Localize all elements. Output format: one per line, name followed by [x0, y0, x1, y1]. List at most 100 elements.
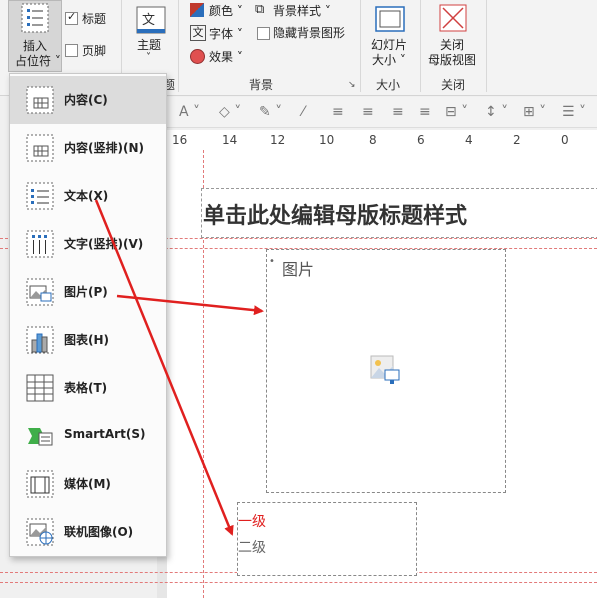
- bullet-icon: •: [269, 256, 275, 267]
- menu-item-label: SmartArt(S): [64, 427, 146, 441]
- placeholder-icon: [21, 3, 49, 33]
- menu-item-picture[interactable]: 图片(P): [10, 268, 166, 316]
- table-icon: [26, 374, 54, 402]
- dialog-launcher-icon[interactable]: ↘: [348, 80, 356, 90]
- picture-icon: [26, 278, 54, 306]
- columns-icon[interactable]: ⊟ ˅: [445, 104, 468, 120]
- close-group-label: 关闭: [441, 78, 466, 92]
- ruler-tick: 6: [417, 133, 425, 147]
- fonts-button[interactable]: 文 字体 ˅: [190, 24, 250, 42]
- menu-item-text[interactable]: 文本(X): [10, 172, 166, 220]
- horizontal-ruler: 16 14 12 10 8 6 4 2 0: [157, 130, 597, 151]
- chart-icon: [26, 326, 54, 354]
- effects-icon: [190, 49, 205, 64]
- footer-checkbox-label: 页脚: [82, 44, 107, 58]
- effects-label: 效果 ˅: [209, 50, 243, 64]
- menu-item-chart[interactable]: 图表(H): [10, 316, 166, 364]
- online-picture-icon: [26, 518, 54, 546]
- line-color-icon[interactable]: ✎ ˅: [259, 104, 282, 120]
- vertical-text-icon: [26, 230, 54, 258]
- ruler-tick: 8: [369, 133, 377, 147]
- ruler-tick: 4: [465, 133, 473, 147]
- insert-placeholder-button[interactable]: 插入 占位符 ˅: [8, 0, 62, 72]
- title-checkbox[interactable]: [65, 10, 78, 25]
- theme-dropdown-icon: ˅: [146, 52, 151, 63]
- menu-item-content[interactable]: 内容(C): [10, 76, 166, 124]
- picture-placeholder[interactable]: • 图片: [266, 249, 506, 493]
- font-color-icon[interactable]: A ˅: [179, 104, 200, 120]
- level2-text: 二级: [238, 540, 266, 556]
- svg-text:文: 文: [142, 13, 155, 28]
- close-master-label-2: 母版视图: [428, 53, 477, 67]
- colors-label: 颜色 ˅: [209, 4, 243, 18]
- group-separator: [420, 0, 421, 92]
- slide-size-button[interactable]: 幻灯片 大小 ˅: [366, 0, 414, 70]
- menu-item-label: 内容(竖排)(N): [64, 141, 144, 155]
- bullets-icon[interactable]: ☰ ˅: [562, 104, 586, 120]
- group-separator: [486, 0, 487, 92]
- menu-item-label: 内容(C): [64, 93, 108, 107]
- vertical-content-layout-icon: [26, 134, 54, 162]
- group-separator: [360, 0, 361, 92]
- menu-item-label: 联机图像(O): [64, 525, 134, 539]
- ruler-tick: 10: [319, 133, 335, 147]
- insert-picture-icon[interactable]: [369, 354, 401, 386]
- menu-item-online-picture[interactable]: 联机图像(O): [10, 508, 166, 556]
- fill-color-icon[interactable]: ◇ ˅: [219, 104, 241, 120]
- menu-item-vertical-text[interactable]: 文字(竖排)(V): [10, 220, 166, 268]
- text-placeholder[interactable]: 一级 二级: [237, 502, 417, 576]
- background-styles-button[interactable]: ⧉ 背景样式 ˅: [255, 1, 345, 19]
- ruler-tick: 2: [513, 133, 521, 147]
- slide-size-icon: [375, 6, 405, 32]
- menu-item-label: 媒体(M): [64, 477, 111, 491]
- colors-icon: [190, 3, 204, 17]
- align-left-icon[interactable]: ≡: [332, 104, 344, 120]
- fonts-icon: 文: [190, 25, 206, 41]
- menu-item-label: 文本(X): [64, 189, 109, 203]
- menu-item-label: 文字(竖排)(V): [64, 237, 144, 251]
- ruler-tick: 14: [222, 133, 238, 147]
- menu-item-media[interactable]: 媒体(M): [10, 460, 166, 508]
- background-styles-label: 背景样式 ˅: [273, 4, 331, 18]
- menu-item-label: 图片(P): [64, 285, 108, 299]
- theme-icon: 文: [136, 6, 166, 34]
- ruler-tick: 12: [270, 133, 286, 147]
- slide-title: 单击此处编辑母版标题样式: [203, 204, 468, 229]
- text-direction-icon[interactable]: ↕ ˅: [485, 104, 508, 120]
- picture-placeholder-label: 图片: [282, 260, 315, 279]
- footer-checkbox[interactable]: [65, 44, 78, 57]
- insert-placeholder-label-2: 占位符 ˅: [15, 54, 61, 68]
- justify-icon[interactable]: ≡: [419, 104, 431, 120]
- colors-button[interactable]: 颜色 ˅: [190, 1, 250, 19]
- hide-background-label: 隐藏背景图形: [273, 26, 346, 40]
- level1-text: 一级: [238, 514, 266, 530]
- text-list-icon: [26, 182, 54, 210]
- guide-horizontal: [0, 582, 597, 583]
- theme-button[interactable]: 文 主题 ˅: [128, 0, 174, 70]
- background-styles-icon: ⧉: [255, 2, 265, 17]
- menu-item-content-vertical[interactable]: 内容(竖排)(N): [10, 124, 166, 172]
- insert-placeholder-menu: 内容(C) 内容(竖排)(N) 文本(X) 文字(竖排)(V) 图片(P) 图表…: [9, 73, 167, 557]
- menu-item-table[interactable]: 表格(T): [10, 364, 166, 412]
- menu-item-label: 图表(H): [64, 333, 110, 347]
- align-right-icon[interactable]: ≡: [392, 104, 404, 120]
- effects-button[interactable]: 效果 ˅: [190, 47, 250, 65]
- eyedropper-icon[interactable]: ⁄: [302, 104, 304, 120]
- hide-background-checkbox[interactable]: [257, 27, 270, 40]
- close-master-icon: [439, 4, 467, 32]
- content-layout-icon: [26, 86, 54, 114]
- align-text-icon[interactable]: ⊞ ˅: [523, 104, 546, 120]
- close-master-view-button[interactable]: 关闭 母版视图: [426, 0, 480, 70]
- ruler-tick: 0: [561, 133, 569, 147]
- title-checkbox-label: 标题: [82, 12, 107, 26]
- align-center-icon[interactable]: ≡: [362, 104, 374, 120]
- group-separator: [178, 0, 179, 92]
- menu-item-smartart[interactable]: SmartArt(S): [10, 412, 166, 460]
- slide-size-label-2: 大小 ˅: [372, 53, 406, 67]
- media-icon: [26, 470, 54, 498]
- ruler-tick: 16: [172, 133, 188, 147]
- theme-label: 主题: [137, 38, 162, 52]
- size-group-label: 大小: [376, 78, 401, 92]
- background-group-label: 背景: [249, 78, 274, 92]
- smartart-icon: [28, 428, 53, 446]
